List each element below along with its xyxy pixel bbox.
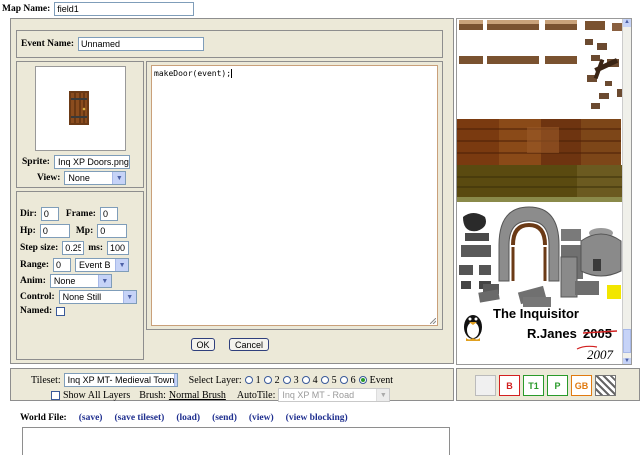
tool-button-label: GB: [574, 380, 589, 391]
resize-grip-icon[interactable]: [430, 318, 436, 324]
layer-6-label: 6: [350, 374, 356, 386]
layer-5-radio[interactable]: [320, 376, 329, 384]
tileset-select[interactable]: Inq XP MT- Medieval Town▼: [63, 373, 178, 387]
show-all-layers-label: Show All Layers: [63, 389, 131, 401]
layer-1-label: 1: [255, 374, 261, 386]
door-sprite-icon: [69, 91, 89, 125]
event-name-label: Event Name:: [21, 39, 75, 49]
event-name-box: Event Name:: [16, 30, 443, 58]
range-event-select[interactable]: Event B ▼: [75, 258, 130, 272]
mp-input[interactable]: [97, 224, 128, 238]
stripe-tool-button[interactable]: [595, 375, 616, 396]
view-blocking-link[interactable]: (view blocking): [286, 413, 348, 423]
layer-4-radio[interactable]: [301, 376, 310, 384]
tileset-year-old-text: 2005: [583, 326, 612, 341]
tileset-palette[interactable]: The Inquisitor R.Janes 2005 2007 ▲ ▼: [456, 18, 632, 365]
scroll-down-icon[interactable]: ▼: [623, 358, 631, 364]
blank-tool-button[interactable]: [475, 375, 496, 396]
named-label: Named:: [20, 306, 53, 316]
hp-input[interactable]: [39, 224, 70, 238]
code-text: makeDoor(event);: [154, 69, 232, 78]
view-link[interactable]: (view): [249, 413, 274, 423]
map-name-label: Map Name:: [2, 4, 51, 14]
code-box: makeDoor(event);: [146, 61, 443, 330]
event-editor-panel: Event Name: Sprite: Inq XP Doors.png▼ Vi…: [10, 18, 454, 364]
layer-3-radio[interactable]: [282, 376, 291, 384]
control-select[interactable]: None Still ▼: [58, 290, 137, 304]
tile-tool-button[interactable]: T1: [523, 375, 544, 396]
tool-button-label: T1: [528, 380, 539, 391]
frame-label: Frame:: [65, 209, 96, 219]
control-label: Control:: [20, 292, 55, 302]
dir-input[interactable]: [40, 207, 59, 221]
anim-select[interactable]: None ▼: [49, 274, 112, 288]
sprite-label: Sprite:: [22, 157, 50, 167]
ok-button[interactable]: OK: [191, 338, 215, 351]
tool-button-label: P: [554, 380, 561, 391]
save-link[interactable]: (save): [79, 413, 103, 423]
save-tileset-link[interactable]: (save tileset): [114, 413, 164, 423]
send-link[interactable]: (send): [212, 413, 237, 423]
event-name-input[interactable]: [78, 37, 205, 51]
autotile-label: AutoTile:: [236, 389, 276, 401]
block-tool-button[interactable]: B: [499, 375, 520, 396]
layer-event-label: Event: [369, 374, 393, 386]
tileset-author-text: R.Janes: [527, 326, 577, 341]
layer-5-label: 5: [331, 374, 337, 386]
frame-input[interactable]: [99, 207, 118, 221]
tileset-title-text: The Inquisitor: [493, 306, 579, 321]
properties-box: Dir: Frame: Hp: Mp: Step size: ms: Range…: [16, 191, 144, 360]
code-editor[interactable]: makeDoor(event);: [151, 65, 438, 326]
hp-label: Hp:: [20, 226, 36, 236]
anim-label: Anim:: [20, 276, 46, 286]
layer-1-radio[interactable]: [244, 376, 253, 384]
layer-2-label: 2: [274, 374, 280, 386]
range-label: Range:: [20, 260, 50, 270]
sprite-select[interactable]: Inq XP Doors.png▼: [53, 155, 130, 169]
layer-event-radio[interactable]: [358, 376, 367, 384]
world-file-label: World File:: [20, 413, 67, 423]
range-input[interactable]: [53, 258, 72, 272]
ms-label: ms:: [88, 243, 104, 253]
step-size-input[interactable]: [62, 241, 85, 255]
map-name-input[interactable]: [54, 2, 195, 16]
tileset-scrollbar[interactable]: ▲ ▼: [622, 19, 631, 364]
ms-input[interactable]: [107, 241, 130, 255]
penguin-icon: [464, 315, 482, 341]
view-select[interactable]: None ▼: [64, 171, 127, 185]
scroll-thumb[interactable]: [623, 329, 631, 353]
tool-button-label: B: [506, 380, 513, 391]
layer-2-radio[interactable]: [263, 376, 272, 384]
named-checkbox[interactable]: [56, 306, 66, 316]
layer-3-label: 3: [293, 374, 299, 386]
dir-label: Dir:: [20, 209, 37, 219]
layer-4-label: 4: [312, 374, 318, 386]
brush-link[interactable]: Normal Brush: [169, 390, 226, 401]
tileset-label: Tileset:: [31, 374, 61, 386]
layer-6-radio[interactable]: [339, 376, 348, 384]
portal-tool-button[interactable]: P: [547, 375, 568, 396]
tileset-image: The Inquisitor R.Janes 2005 2007: [457, 20, 625, 362]
scroll-up-icon[interactable]: ▲: [623, 19, 631, 27]
layer-toolbar: Tileset: Inq XP MT- Medieval Town▼ Selec…: [10, 368, 454, 402]
load-link[interactable]: (load): [176, 413, 200, 423]
tileset-year-new-text: 2007: [587, 347, 614, 362]
tool-palette: B T1 P GB: [456, 368, 640, 401]
view-label: View:: [37, 173, 61, 183]
show-all-layers-checkbox[interactable]: [51, 390, 60, 400]
sprite-preview: [35, 66, 126, 151]
world-file-textarea[interactable]: [22, 427, 450, 455]
brush-label: Brush:: [139, 389, 166, 401]
group-block-tool-button[interactable]: GB: [571, 375, 592, 396]
autotile-select[interactable]: Inq XP MT - Road ▼: [278, 388, 391, 402]
mp-label: Mp:: [75, 226, 94, 236]
sprite-box: Sprite: Inq XP Doors.png▼ View: None▼: [16, 61, 144, 188]
select-layer-label: Select Layer:: [188, 374, 242, 386]
cancel-button[interactable]: Cancel: [229, 338, 269, 351]
step-size-label: Step size:: [20, 243, 59, 253]
